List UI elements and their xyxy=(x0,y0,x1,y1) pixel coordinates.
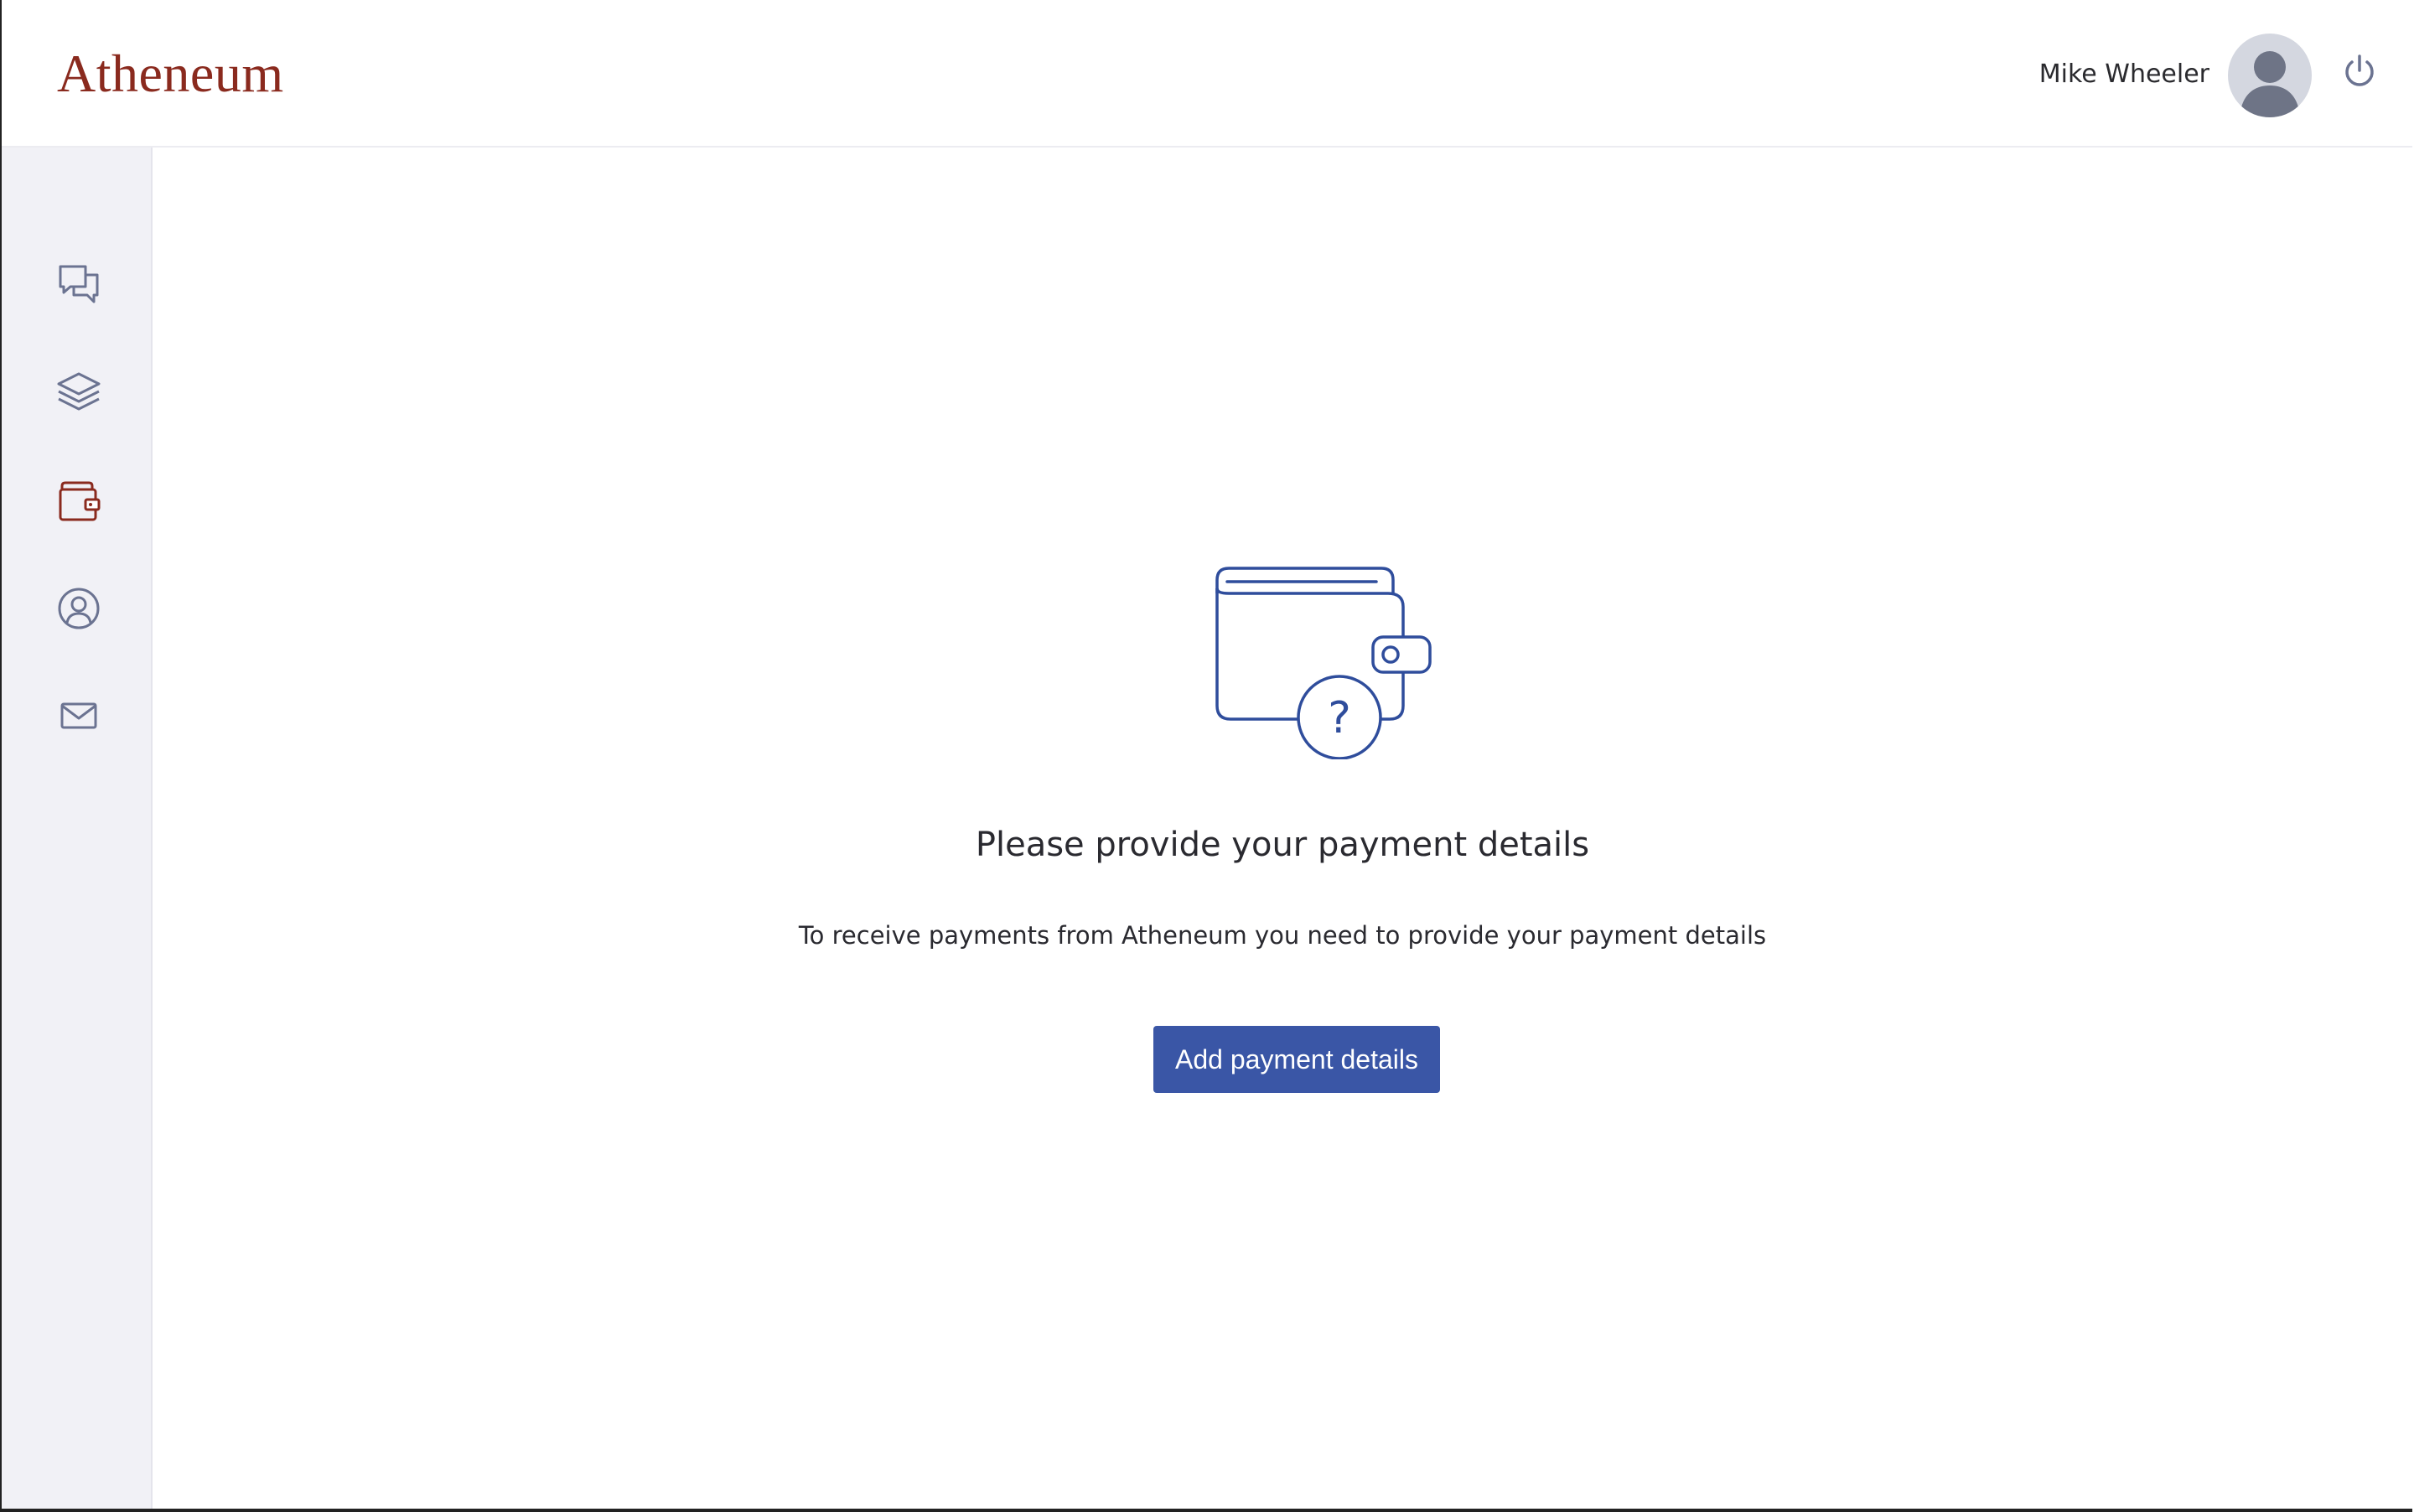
svg-text:?: ? xyxy=(1328,693,1351,743)
sidebar-item-mail[interactable] xyxy=(47,684,111,748)
sidebar-item-messages[interactable] xyxy=(47,253,111,317)
power-icon xyxy=(2345,54,2374,86)
sidebar-item-projects[interactable] xyxy=(47,360,111,424)
wallet-question-icon: ? xyxy=(1215,567,1432,760)
user-silhouette-icon xyxy=(2240,51,2300,117)
sidebar-nav xyxy=(2,148,153,1509)
top-header: Atheneum Mike Wheeler xyxy=(2,0,2412,148)
logout-button[interactable] xyxy=(2340,52,2379,91)
mail-icon xyxy=(60,702,97,729)
chat-bubbles-icon xyxy=(59,265,99,303)
main-content: ? Please provide your payment details To… xyxy=(153,148,2412,1509)
brand-logo[interactable]: Atheneum xyxy=(57,40,284,107)
empty-state-title: Please provide your payment details xyxy=(975,826,1590,864)
add-payment-details-button[interactable]: Add payment details xyxy=(1153,1026,1440,1093)
avatar[interactable] xyxy=(2228,34,2312,117)
sidebar-item-profile[interactable] xyxy=(47,577,111,640)
app-window: Atheneum Mike Wheeler ? Please provide y… xyxy=(0,0,2412,1512)
wallet-icon xyxy=(59,481,101,521)
user-name: Mike Wheeler xyxy=(2038,60,2209,89)
user-circle-icon xyxy=(58,588,100,629)
empty-state-illustration: ? xyxy=(1192,558,1452,760)
empty-state-description: To receive payments from Atheneum you ne… xyxy=(798,921,1767,950)
sidebar-item-payments[interactable] xyxy=(47,469,111,533)
layers-icon xyxy=(57,372,101,411)
